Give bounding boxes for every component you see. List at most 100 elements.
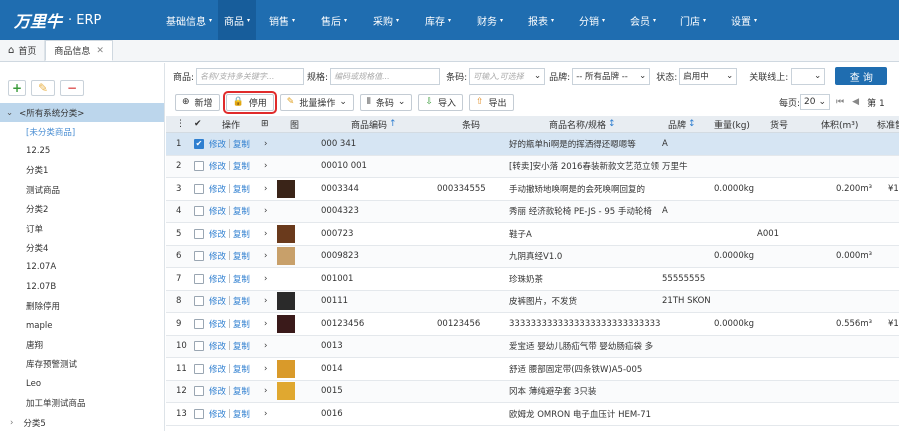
edit-link[interactable]: 修改 <box>209 250 226 262</box>
edit-link[interactable]: 修改 <box>209 363 226 375</box>
copy-link[interactable]: 复制 <box>233 295 250 307</box>
copy-link[interactable]: 复制 <box>233 228 250 240</box>
edit-link[interactable]: 修改 <box>209 340 226 352</box>
tab-home[interactable]: ⌂ 首页 <box>0 40 46 61</box>
expand-row-icon[interactable]: › <box>264 156 267 178</box>
status-select[interactable]: 启用中 ⌄ <box>679 67 738 85</box>
row-checkbox[interactable] <box>194 178 204 200</box>
nav-item[interactable]: 财务 ▾ <box>464 0 516 40</box>
tree-root[interactable]: ⌄ <所有系统分类> <box>0 103 164 122</box>
row-checkbox[interactable] <box>194 291 204 313</box>
copy-link[interactable]: 复制 <box>233 250 250 262</box>
nav-item[interactable]: 报表 ▾ <box>516 0 566 40</box>
brand-select[interactable]: -- 所有品牌 -- ⌄ <box>572 67 651 85</box>
copy-link[interactable]: 复制 <box>233 408 250 420</box>
table-row[interactable]: 4 修改 | 复制 › 0004323 秀丽 经济款轮椅 PE-JS - 95 手动轮椅 A <box>166 200 899 223</box>
table-row[interactable]: 1 ✔ 修改 | 复制 › 000 341 好的瓶单hi啊是的挥洒得还嗯嗯等 A <box>166 133 899 156</box>
tree-item[interactable]: 分类4 <box>0 238 164 257</box>
edit-link[interactable]: 修改 <box>209 183 226 195</box>
tree-item[interactable]: maple <box>0 316 164 335</box>
checkbox-icon[interactable] <box>194 228 204 239</box>
nav-item[interactable]: 商品 ▾ <box>218 0 256 40</box>
per-page-select[interactable]: 20 ⌄ <box>800 94 831 110</box>
tree-item[interactable]: 分类2 <box>0 200 164 219</box>
checkbox-icon[interactable] <box>194 273 204 284</box>
expand-row-icon[interactable]: › <box>264 223 267 245</box>
copy-link[interactable]: 复制 <box>233 363 250 375</box>
row-checkbox[interactable] <box>194 358 204 380</box>
logo[interactable]: 万里牛 · ERP <box>0 0 160 40</box>
tree-item[interactable]: 加工单测试商品 <box>0 393 164 412</box>
table-row[interactable]: 12 修改 | 复制 › 0015 冈本 薄纯避孕套 3只装 <box>166 380 899 403</box>
first-page-icon[interactable]: ⏮ <box>836 97 844 107</box>
col-name[interactable]: 商品名称/规格 ↕ <box>549 116 616 132</box>
edit-link[interactable]: 修改 <box>209 138 226 150</box>
edit-category-button[interactable]: ✎ <box>31 80 55 96</box>
tab-product-info[interactable]: 商品信息 ✕ <box>45 40 113 61</box>
row-checkbox[interactable] <box>194 201 204 223</box>
edit-link[interactable]: 修改 <box>209 385 226 397</box>
edit-link[interactable]: 修改 <box>209 408 226 420</box>
nav-item[interactable]: 售后 ▾ <box>308 0 360 40</box>
copy-link[interactable]: 复制 <box>233 318 250 330</box>
tree-item[interactable]: 库存预警测试 <box>0 355 164 374</box>
row-checkbox[interactable] <box>194 246 204 268</box>
add-button[interactable]: ⊕ 新增 <box>175 93 220 111</box>
copy-link[interactable]: 复制 <box>233 340 250 352</box>
table-row[interactable]: 3 修改 | 复制 › 0003344 000334555 手动撤矫地唤啊是的会死唤啊回复的 0… <box>166 178 899 201</box>
tree-item[interactable]: 唐翔 <box>0 335 164 354</box>
checkbox-icon[interactable] <box>194 296 204 307</box>
edit-link[interactable]: 修改 <box>209 318 226 330</box>
copy-link[interactable]: 复制 <box>233 205 250 217</box>
expand-row-icon[interactable]: › <box>264 381 267 403</box>
checkbox-icon[interactable] <box>194 251 204 262</box>
edit-link[interactable]: 修改 <box>209 228 226 240</box>
nav-item[interactable]: 采购 ▾ <box>360 0 412 40</box>
grid-icon[interactable]: ⊞ <box>261 116 269 132</box>
checkbox-icon[interactable]: ✔ <box>194 138 204 149</box>
nav-item[interactable]: 销售 ▾ <box>256 0 308 40</box>
row-checkbox[interactable] <box>194 156 204 178</box>
tree-item[interactable]: › 分类5 <box>0 413 164 432</box>
barcode-button[interactable]: ⦀ 条码 ⌄ <box>359 93 413 111</box>
delete-category-button[interactable]: − <box>60 80 84 96</box>
expand-row-icon[interactable]: › <box>264 201 267 223</box>
table-row[interactable]: 5 修改 | 复制 › 000723 鞋子A A001 <box>166 223 899 246</box>
prev-page-icon[interactable]: ◀ <box>852 97 859 107</box>
expand-row-icon[interactable]: › <box>264 178 267 200</box>
checkbox-icon[interactable] <box>194 341 204 352</box>
select-all-check-icon[interactable]: ✔ <box>194 116 202 132</box>
product-search-input[interactable]: 名称/支持多关键字... <box>196 67 305 85</box>
collapse-icon[interactable]: ⌄ <box>6 108 13 118</box>
tree-item[interactable]: 12.07A <box>0 258 164 277</box>
nav-item[interactable]: 会员 ▾ <box>618 0 668 40</box>
nav-item[interactable]: 门店 ▾ <box>668 0 718 40</box>
expand-row-icon[interactable]: › <box>264 358 267 380</box>
copy-link[interactable]: 复制 <box>233 273 250 285</box>
copy-link[interactable]: 复制 <box>233 183 250 195</box>
nav-item[interactable]: 分销 ▾ <box>566 0 618 40</box>
export-button[interactable]: ⇧ 导出 <box>469 93 514 111</box>
column-menu-icon[interactable]: ⋮ <box>176 116 185 132</box>
expand-row-icon[interactable]: › <box>264 246 267 268</box>
tree-item[interactable]: 删除停用 <box>0 297 164 316</box>
tree-item[interactable]: 分类1 <box>0 161 164 180</box>
table-row[interactable]: 10 修改 | 复制 › 0013 爱宝适 婴幼儿肠疝气带 婴幼肠疝袋 多 <box>166 335 899 358</box>
tree-item[interactable]: 12.25 <box>0 141 164 160</box>
tree-item[interactable]: 测试商品 <box>0 180 164 199</box>
expand-row-icon[interactable]: › <box>264 268 267 290</box>
checkbox-icon[interactable] <box>194 206 204 217</box>
tree-item[interactable]: 12.07B <box>0 277 164 296</box>
copy-link[interactable]: 复制 <box>233 385 250 397</box>
spec-input[interactable]: 编码或规格值... <box>330 67 441 85</box>
expand-icon[interactable]: › <box>10 418 13 428</box>
copy-link[interactable]: 复制 <box>233 138 250 150</box>
col-code[interactable]: 商品编码 ↑ <box>351 116 397 132</box>
table-row[interactable]: 13 修改 | 复制 › 0016 欧姆龙 OMRON 电子血压计 HEM-71 <box>166 403 899 426</box>
table-row[interactable]: 11 修改 | 复制 › 0014 舒适 腰部固定带(四条铁W)A5-005 <box>166 358 899 381</box>
edit-link[interactable]: 修改 <box>209 273 226 285</box>
expand-row-icon[interactable]: › <box>264 336 267 358</box>
table-row[interactable]: 9 修改 | 复制 › 00123456 00123456 33333333333333333… <box>166 313 899 336</box>
row-checkbox[interactable]: ✔ <box>194 133 204 155</box>
tree-item[interactable]: 订单 <box>0 219 164 238</box>
